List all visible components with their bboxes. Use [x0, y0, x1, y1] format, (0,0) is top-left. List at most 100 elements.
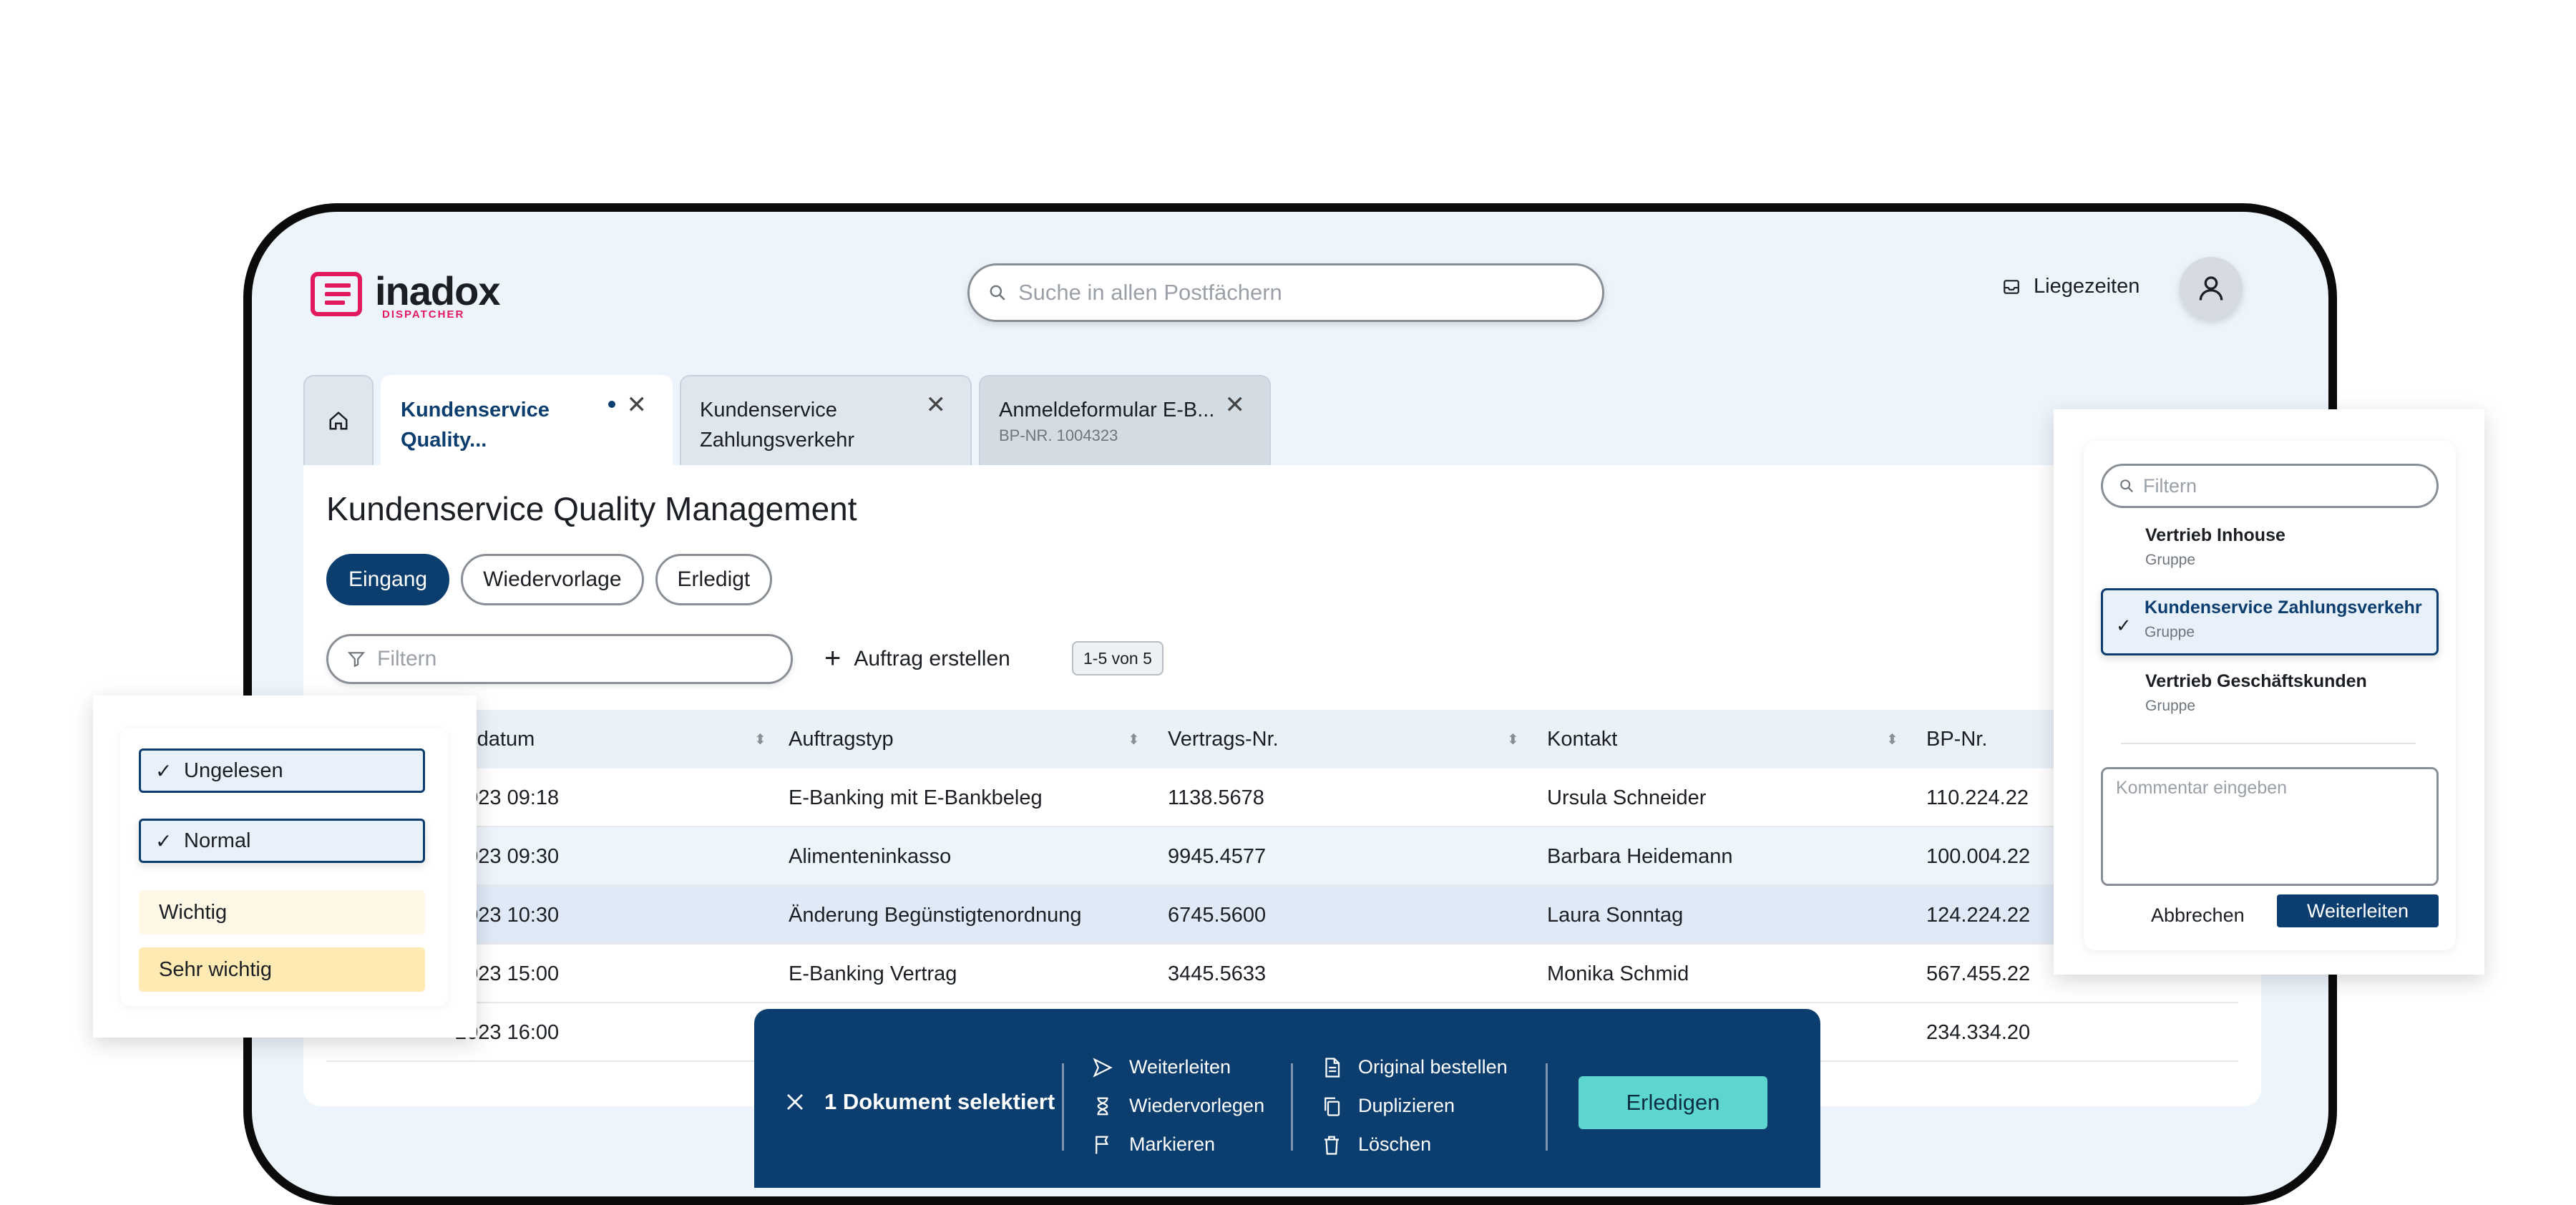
user-icon — [2199, 276, 2223, 301]
unsaved-dot — [608, 401, 615, 408]
plus-icon: + — [824, 643, 841, 674]
copy-icon — [1324, 1097, 1340, 1116]
liegezeiten-label: Liegezeiten — [2034, 275, 2140, 298]
cell-contact: Laura Sonntag — [1547, 903, 1684, 927]
tab-bar: Kundenservice Quality... ✕ Kundenservice Z… — [303, 375, 1271, 465]
global-search-input[interactable]: Suche in allen Postfächern — [967, 263, 1604, 322]
priority-dropdown: ✓ Ungelesen ✓ Normal Wichtig Sehr wichti… — [93, 696, 477, 1038]
inbox-icon — [2004, 279, 2019, 294]
tab-kundenservice-zahlungsverkehr[interactable]: Kundenservice Zahlungsverkehr ✕ — [680, 375, 972, 465]
cell-bp: 110.224.22 — [1926, 786, 2029, 809]
selection-count: 1 Dokument selektiert — [824, 1089, 1055, 1114]
filter-placeholder: Filtern — [377, 647, 437, 670]
divider — [1062, 1063, 1064, 1151]
comment-textarea[interactable]: Kommentar eingeben — [2101, 767, 2439, 886]
sort-icon: ⬍ — [1507, 731, 1519, 748]
cell-type: Alimenteninkasso — [789, 844, 952, 868]
priority-option-ungelesen[interactable]: ✓ Ungelesen — [139, 748, 425, 793]
priority-option-sehr-wichtig[interactable]: Sehr wichtig — [139, 947, 425, 992]
view-eingang[interactable]: Eingang — [326, 554, 450, 605]
action-original-bestellen[interactable]: Original bestellen — [1321, 1056, 1508, 1078]
cell-bp: 567.455.22 — [1926, 962, 2031, 985]
selection-info: 1 Dokument selektiert — [784, 1089, 1055, 1115]
forward-filter-placeholder: Filtern — [2143, 474, 2197, 497]
check-icon: ✓ — [155, 829, 172, 852]
logo: inadox DISPATCHER — [311, 268, 500, 321]
cell-type: Änderung Begünstigtenordnung — [789, 903, 1082, 927]
forward-option-vertrieb-geschaeftskunden[interactable]: Vertrieb Geschäftskunden Gruppe — [2101, 664, 2439, 731]
priority-option-normal[interactable]: ✓ Normal — [139, 819, 425, 863]
action-wiedervorlegen[interactable]: Wiedervorlegen — [1092, 1095, 1264, 1117]
column-header-contact[interactable]: Kontakt ⬍ — [1547, 710, 1898, 769]
hourglass-icon — [1097, 1097, 1108, 1115]
tab-anmeldeformular[interactable]: Anmeldeformular E-B... BP-NR. 1004323 ✕ — [979, 375, 1271, 465]
view-switch: Eingang Wiedervorlage Erledigt — [326, 554, 773, 605]
column-header-contract[interactable]: Vertrags-Nr. ⬍ — [1168, 710, 1519, 769]
cell-contact: Monika Schmid — [1547, 962, 1689, 985]
liegezeiten-button[interactable]: Liegezeiten — [2002, 275, 2140, 298]
table-row[interactable]: 2023 15:00 E-Banking Vertrag 3445.5633 M… — [326, 945, 2238, 1003]
table-row-selected[interactable]: 2023 10:30 Änderung Begünstigtenordnung … — [326, 886, 2238, 945]
trash-icon — [1324, 1136, 1339, 1155]
table-row[interactable]: 2023 09:18 E-Banking mit E-Bankbeleg 113… — [326, 769, 2238, 827]
view-wiedervorlage[interactable]: Wiedervorlage — [461, 554, 644, 605]
forward-option-vertrieb-inhouse[interactable]: Vertrieb Inhouse Gruppe — [2101, 518, 2439, 585]
cell-bp: 234.334.20 — [1926, 1020, 2031, 1044]
tab-sublabel: BP-NR. 1004323 — [999, 426, 1118, 444]
close-icon[interactable] — [784, 1091, 806, 1113]
check-icon: ✓ — [155, 759, 172, 782]
tab-label: Kundenservice Quality... — [401, 399, 550, 452]
search-icon — [2120, 479, 2134, 493]
cell-contract: 1138.5678 — [1168, 786, 1264, 809]
forward-filter-input[interactable]: Filtern — [2101, 464, 2439, 508]
erledigen-button[interactable]: Erledigen — [1579, 1076, 1767, 1129]
search-placeholder: Suche in allen Postfächern — [1018, 280, 1282, 305]
cell-type: E-Banking Vertrag — [789, 962, 957, 985]
table-row[interactable]: 2023 09:30 Alimenteninkasso 9945.4577 Ba… — [326, 827, 2238, 886]
cell-bp: 124.224.22 — [1926, 903, 2031, 927]
column-header-bp[interactable]: BP-Nr. — [1926, 710, 1987, 769]
close-icon[interactable]: ✕ — [926, 391, 947, 419]
divider — [2121, 743, 2416, 744]
tab-label: Anmeldeformular E-B... — [999, 399, 1215, 421]
sort-icon: ⬍ — [1886, 731, 1898, 748]
sort-icon: ⬍ — [754, 731, 766, 748]
funnel-icon — [347, 652, 366, 668]
flag-icon — [1096, 1136, 1109, 1153]
cell-type: E-Banking mit E-Bankbeleg — [789, 786, 1043, 809]
create-order-label: Auftrag erstellen — [854, 646, 1010, 670]
avatar[interactable] — [2180, 257, 2243, 320]
result-count-badge: 1-5 von 5 — [1072, 641, 1163, 675]
tab-label: Kundenservice Zahlungsverkehr — [700, 399, 854, 452]
logo-name: inadox — [375, 268, 500, 313]
home-icon — [329, 411, 348, 430]
cell-contract: 9945.4577 — [1168, 844, 1267, 868]
tab-home[interactable] — [303, 375, 374, 465]
close-icon[interactable]: ✕ — [627, 391, 648, 419]
forward-dialog: Filtern Vertrieb Inhouse Gruppe ✓ Kunden… — [2054, 409, 2484, 975]
action-loeschen[interactable]: Löschen — [1321, 1133, 1431, 1156]
action-markieren[interactable]: Markieren — [1092, 1133, 1215, 1156]
cell-contract: 3445.5633 — [1168, 962, 1267, 985]
table-header: gsdatum ⬍ Auftragstyp ⬍ Vertrags-Nr. ⬍ Kont… — [326, 710, 2238, 769]
action-weiterleiten[interactable]: Weiterleiten — [1092, 1056, 1231, 1078]
logo-mark-icon — [311, 272, 362, 316]
document-icon — [1325, 1057, 1340, 1078]
action-duplizieren[interactable]: Duplizieren — [1321, 1095, 1455, 1117]
page-title: Kundenservice Quality Management — [326, 490, 857, 527]
view-erledigt[interactable]: Erledigt — [655, 554, 773, 605]
close-icon[interactable]: ✕ — [1225, 391, 1246, 419]
cancel-button[interactable]: Abbrechen — [2151, 904, 2245, 927]
cell-contact: Ursula Schneider — [1547, 786, 1707, 809]
search-icon — [990, 285, 1005, 301]
forward-option-kundenservice-zahlungsverkehr[interactable]: ✓ Kundenservice Zahlungsverkehr Gruppe — [2101, 588, 2439, 655]
cell-contact: Barbara Heidemann — [1547, 844, 1733, 868]
cell-bp: 100.004.22 — [1926, 844, 2031, 868]
forward-submit-button[interactable]: Weiterleiten — [2277, 894, 2439, 927]
column-header-type[interactable]: Auftragstyp ⬍ — [789, 710, 1140, 769]
filter-input[interactable]: Filtern — [326, 634, 793, 684]
tab-kundenservice-quality[interactable]: Kundenservice Quality... ✕ — [381, 375, 673, 465]
send-icon — [1093, 1057, 1113, 1078]
priority-option-wichtig[interactable]: Wichtig — [139, 890, 425, 935]
create-order-button[interactable]: + Auftrag erstellen — [824, 643, 1010, 675]
